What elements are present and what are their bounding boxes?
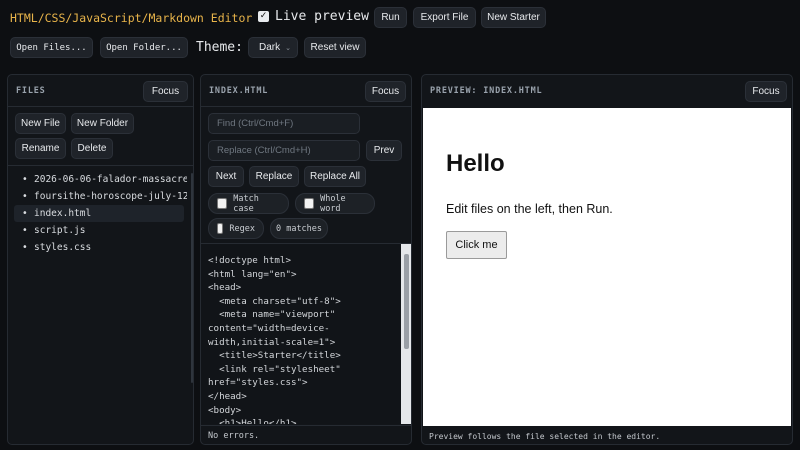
regex-label: Regex: [229, 223, 255, 234]
bullet-icon: •: [22, 174, 28, 185]
live-preview-toggle[interactable]: ✓ Live preview: [258, 9, 369, 24]
file-item[interactable]: • foursithe-horoscope-july-12...: [22, 191, 187, 202]
reset-view-button[interactable]: Reset view: [304, 37, 366, 58]
file-item-name: 2026-06-06-falador-massacre...: [34, 174, 187, 185]
live-preview-label: Live preview: [275, 9, 369, 24]
file-item[interactable]: • styles.css: [22, 242, 187, 253]
match-count-badge: 0 matches: [270, 218, 328, 239]
preview-panel-title: PREVIEW: INDEX.HTML: [430, 86, 543, 96]
theme-select-value: Dark: [259, 42, 281, 53]
preview-heading: Hello: [446, 150, 505, 177]
whole-word-label: Whole word: [320, 193, 346, 214]
app-title: HTML/CSS/JavaScript/Markdown Editor: [10, 11, 253, 25]
editor-panel-title: INDEX.HTML: [209, 86, 269, 96]
prev-button[interactable]: Prev: [366, 140, 402, 161]
whole-word-toggle[interactable]: Whole word: [295, 193, 375, 214]
new-starter-button[interactable]: New Starter: [481, 7, 546, 28]
code-editor[interactable]: <!doctype html> <html lang="en"> <head> …: [201, 244, 411, 424]
editor-panel: INDEX.HTML Focus Find (Ctrl/Cmd+F) Repla…: [200, 74, 412, 445]
theme-label: Theme:: [196, 40, 243, 55]
match-case-toggle[interactable]: Match case: [208, 193, 289, 214]
bullet-icon: •: [22, 242, 28, 253]
code-scrollbar-track[interactable]: [401, 244, 411, 424]
files-panel-title: FILES: [16, 86, 46, 96]
whole-word-checkbox[interactable]: [304, 198, 315, 209]
file-item[interactable]: • 2026-06-06-falador-massacre...: [22, 174, 187, 185]
bullet-icon: •: [22, 191, 28, 202]
editor-header-divider: [201, 106, 411, 107]
files-header-divider: [8, 106, 193, 107]
match-case-label: Match case: [233, 193, 259, 214]
regex-toggle[interactable]: Regex: [208, 218, 264, 239]
regex-checkbox[interactable]: [217, 223, 224, 234]
replace-button[interactable]: Replace: [249, 166, 299, 187]
open-files-button[interactable]: Open Files...: [10, 37, 93, 58]
replace-input[interactable]: Replace (Ctrl/Cmd+H): [208, 140, 360, 161]
next-button[interactable]: Next: [208, 166, 244, 187]
match-case-checkbox[interactable]: [217, 198, 228, 209]
rename-button[interactable]: Rename: [15, 138, 66, 159]
new-file-button[interactable]: New File: [15, 113, 66, 134]
code-text[interactable]: <!doctype html> <html lang="en"> <head> …: [208, 254, 341, 424]
export-file-button[interactable]: Export File: [413, 7, 476, 28]
bullet-icon: •: [22, 225, 28, 236]
files-toolbar-divider: [8, 165, 193, 166]
file-item-selected[interactable]: • index.html: [22, 208, 187, 219]
preview-panel: PREVIEW: INDEX.HTML Focus Hello Edit fil…: [421, 74, 793, 445]
preview-frame[interactable]: Hello Edit files on the left, then Run. …: [423, 108, 791, 426]
editor-status: No errors.: [208, 431, 260, 441]
run-button[interactable]: Run: [374, 7, 407, 28]
editor-focus-button[interactable]: Focus: [365, 81, 406, 102]
file-item-name: script.js: [34, 225, 86, 236]
code-scrollbar-thumb[interactable]: [404, 254, 409, 349]
new-folder-button[interactable]: New Folder: [71, 113, 134, 134]
file-item[interactable]: • script.js: [22, 225, 187, 236]
files-scrollbar[interactable]: [191, 173, 193, 383]
files-focus-button[interactable]: Focus: [143, 81, 188, 102]
find-input[interactable]: Find (Ctrl/Cmd+F): [208, 113, 360, 134]
chevron-down-icon: ⌄: [285, 44, 291, 52]
replace-all-button[interactable]: Replace All: [304, 166, 366, 187]
file-item-name: foursithe-horoscope-july-12...: [34, 191, 187, 202]
editor-status-divider: [201, 425, 411, 426]
open-folder-button[interactable]: Open Folder...: [100, 37, 188, 58]
theme-select[interactable]: Dark ⌄: [248, 37, 298, 58]
preview-focus-button[interactable]: Focus: [745, 81, 787, 102]
live-preview-checkbox[interactable]: ✓: [258, 11, 269, 22]
file-item-name: index.html: [34, 208, 92, 219]
delete-button[interactable]: Delete: [71, 138, 113, 159]
preview-footer: Preview follows the file selected in the…: [429, 432, 661, 441]
preview-paragraph: Edit files on the left, then Run.: [446, 202, 613, 216]
bullet-icon: •: [22, 208, 28, 219]
files-panel: FILES Focus New File New Folder Rename D…: [7, 74, 194, 445]
preview-click-me-button[interactable]: Click me: [446, 231, 507, 259]
file-item-name: styles.css: [34, 242, 92, 253]
